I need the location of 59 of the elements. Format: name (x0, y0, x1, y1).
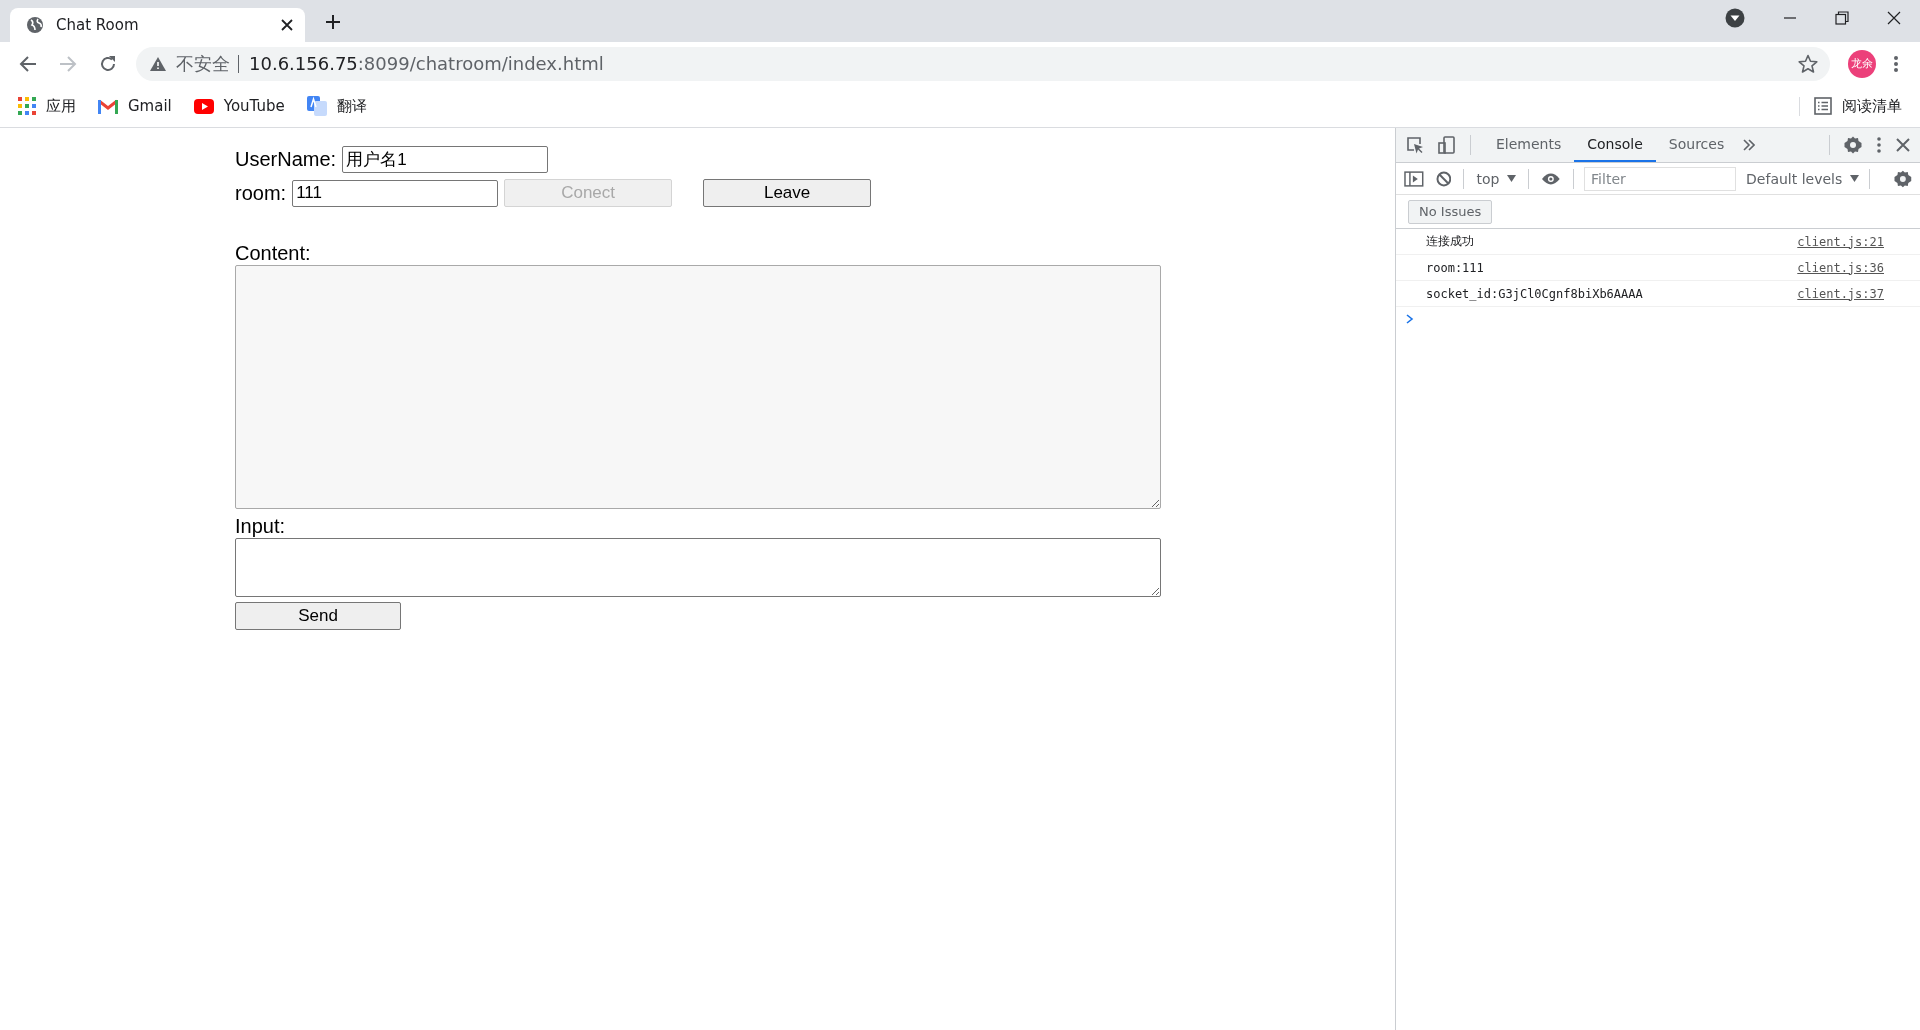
issues-button[interactable]: No Issues (1408, 199, 1493, 224)
leave-button[interactable]: Leave (703, 179, 872, 207)
console-message: socket_id:G3jCl0Cgnf8biXb6AAAA (1426, 286, 1643, 301)
source-link[interactable]: client.js:36 (1797, 260, 1884, 275)
filter-field[interactable]: Filter (1584, 166, 1737, 191)
warning-icon (150, 56, 166, 71)
field-label: room: (235, 181, 287, 205)
reading-list-button[interactable]: 阅读清单 (1799, 96, 1902, 116)
profile-avatar[interactable]: 龙余 (1848, 49, 1876, 78)
caret-icon (1850, 175, 1860, 182)
settings-icon[interactable] (1894, 169, 1912, 188)
settings-icon[interactable] (1844, 136, 1862, 154)
room-field[interactable]: 111 (292, 179, 499, 207)
username-field[interactable]: 用户名1 (342, 145, 549, 173)
list-icon (1814, 97, 1832, 115)
close-icon[interactable] (1887, 11, 1901, 25)
bookmark-link[interactable]: 应用 (18, 96, 76, 116)
bookmark-link[interactable]: YouTube (193, 97, 285, 115)
sidebar-toggle-icon[interactable] (1404, 170, 1424, 187)
translate-icon (306, 96, 327, 116)
prompt-chevron-icon (1406, 314, 1414, 324)
send-button[interactable]: Send (235, 602, 401, 630)
star-icon[interactable] (1798, 53, 1818, 74)
devtools-tab[interactable]: Console (1574, 128, 1656, 162)
console-message: room:111 (1426, 260, 1484, 275)
clear-console-icon[interactable] (1435, 170, 1452, 187)
globe-icon (26, 16, 44, 34)
caret-icon (1507, 175, 1517, 182)
console-message: 连接成功 (1426, 233, 1474, 250)
field-label: UserName: (235, 147, 337, 171)
devtools-tab[interactable]: Elements (1483, 128, 1575, 162)
eye-icon[interactable] (1541, 171, 1562, 186)
restore-icon[interactable] (1835, 11, 1849, 25)
context-dropdown[interactable]: top (1476, 170, 1517, 187)
browser-tab[interactable]: Chat Room (10, 8, 305, 42)
dropdown-icon[interactable] (1725, 8, 1745, 28)
url-text: 10.6.156.75:8099/chatroom/index.html (249, 53, 604, 74)
kebab-menu-icon[interactable] (1876, 136, 1882, 154)
levels-dropdown[interactable]: Default levels (1746, 170, 1860, 187)
mail-icon (98, 98, 118, 114)
back-arrow-icon[interactable] (19, 54, 37, 73)
input-label: Input: (235, 514, 287, 538)
tab-title: Chat Room (56, 16, 140, 34)
content-label: Content: (235, 241, 312, 265)
security-label[interactable]: 不安全 (176, 54, 239, 73)
message-input[interactable] (235, 538, 1161, 597)
close-icon[interactable] (281, 19, 293, 31)
bookmark-link[interactable]: Gmail (98, 97, 172, 115)
apps-grid-icon (18, 97, 36, 115)
source-link[interactable]: client.js:21 (1797, 234, 1884, 249)
inspect-icon[interactable] (1406, 136, 1424, 154)
address-bar[interactable]: 不安全 10.6.156.75:8099/chatroom/index.html (136, 46, 1830, 81)
device-icon[interactable] (1438, 136, 1456, 154)
bookmark-link[interactable]: 翻译 (306, 96, 367, 116)
more-tabs-icon[interactable] (1743, 139, 1756, 151)
play-icon (193, 98, 214, 114)
source-link[interactable]: client.js:37 (1797, 286, 1884, 301)
devtools-tab[interactable]: Sources (1655, 128, 1738, 162)
reload-icon[interactable] (99, 54, 117, 73)
